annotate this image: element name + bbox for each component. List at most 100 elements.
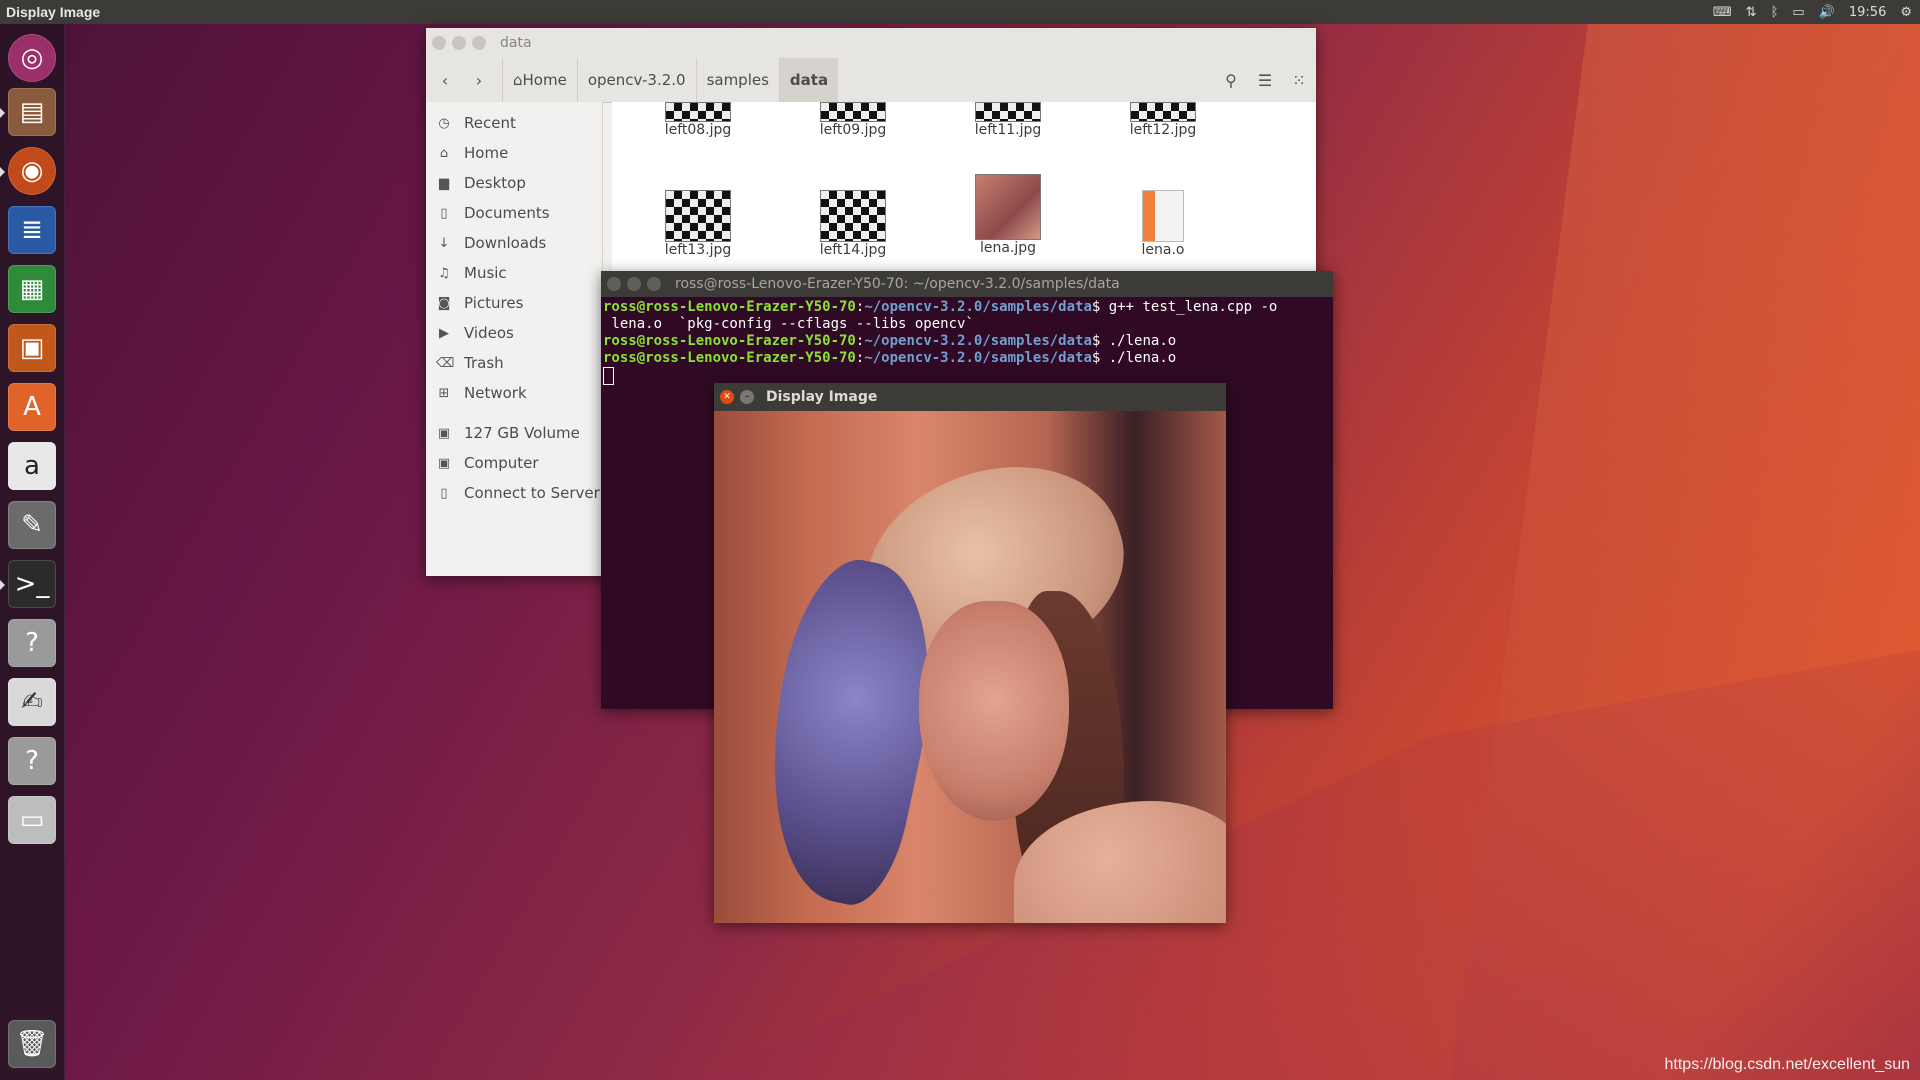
music-icon: ♫ xyxy=(438,265,450,281)
sidebar-item-desktop[interactable]: ▆ Desktop xyxy=(426,168,602,198)
server-icon: ▯ xyxy=(440,485,448,501)
running-indicator xyxy=(0,580,5,590)
sidebar-item-pictures[interactable]: ◙ Pictures xyxy=(426,288,602,318)
calc-icon[interactable]: ▦ xyxy=(8,265,56,313)
maximize-icon[interactable] xyxy=(472,36,486,50)
gear-icon[interactable]: ⚙ xyxy=(1900,5,1912,20)
grid-view-button[interactable]: ⁙ xyxy=(1282,63,1316,97)
file-item[interactable]: left09.jpg xyxy=(783,102,923,138)
terminal-output[interactable]: ross@ross-Lenovo-Erazer-Y50-70:~/opencv-… xyxy=(601,297,1333,387)
image-thumbnail xyxy=(975,102,1041,122)
breadcrumb-samples[interactable]: samples xyxy=(695,58,779,102)
file-item[interactable]: lena.jpg xyxy=(938,174,1078,256)
terminal-titlebar[interactable]: ross@ross-Lenovo-Erazer-Y50-70: ~/opencv… xyxy=(601,271,1333,297)
text-editor-icon[interactable]: ✍ xyxy=(8,678,56,726)
prompt-path: ~/opencv-3.2.0/samples/data xyxy=(864,333,1092,349)
file-manager-titlebar[interactable]: data xyxy=(426,28,1316,58)
window-title: data xyxy=(500,35,532,51)
firefox-icon[interactable]: ◉ xyxy=(8,147,56,195)
document-icon xyxy=(1142,190,1184,242)
image-thumbnail xyxy=(975,174,1041,240)
maximize-icon[interactable] xyxy=(647,277,661,291)
unknown-app-icon[interactable]: ? xyxy=(8,737,56,785)
unknown-app-icon[interactable]: ? xyxy=(8,619,56,667)
breadcrumb-data[interactable]: data xyxy=(778,58,839,102)
sidebar-item-home[interactable]: ⌂ Home xyxy=(426,138,602,168)
network-icon: ⊞ xyxy=(438,385,450,401)
download-icon: ↓ xyxy=(438,235,450,251)
breadcrumb-home[interactable]: ⌂ Home xyxy=(502,58,577,102)
writer-icon[interactable]: ≣ xyxy=(8,206,56,254)
keyboard-icon[interactable]: ⌨ xyxy=(1713,5,1732,20)
close-icon[interactable]: ✕ xyxy=(720,390,734,404)
prompt-path: ~/opencv-3.2.0/samples/data xyxy=(864,299,1092,315)
forward-button[interactable]: › xyxy=(464,65,494,95)
display-image-titlebar[interactable]: ✕ – Display Image xyxy=(714,383,1226,411)
search-button[interactable]: ⚲ xyxy=(1214,63,1248,97)
file-item[interactable]: left08.jpg xyxy=(628,102,768,138)
sidebar-item-volume[interactable]: ▣ 127 GB Volume xyxy=(426,418,602,448)
minimize-icon[interactable] xyxy=(452,36,466,50)
minimize-icon[interactable]: – xyxy=(740,390,754,404)
volume-icon[interactable]: 🔊 xyxy=(1819,5,1835,20)
battery-icon[interactable]: ▭ xyxy=(1792,5,1804,20)
file-manager-toolbar: ‹ › ⌂ Home opencv-3.2.0 samples data ⚲ ☰ … xyxy=(426,58,1316,103)
ubuntu-dash-icon[interactable]: ◎ xyxy=(8,34,56,82)
clock[interactable]: 19:56 xyxy=(1849,5,1886,20)
file-item[interactable]: left13.jpg xyxy=(628,190,768,258)
image-thumbnail xyxy=(820,190,886,242)
minimize-icon[interactable] xyxy=(627,277,641,291)
chevron-left-icon: ‹ xyxy=(441,70,449,90)
list-view-button[interactable]: ☰ xyxy=(1248,63,1282,97)
trash-icon: ⌫ xyxy=(436,355,455,371)
file-item[interactable]: left11.jpg xyxy=(938,102,1078,138)
computer-icon: ▣ xyxy=(437,455,451,471)
file-item[interactable]: left14.jpg xyxy=(783,190,923,258)
trash-icon[interactable]: 🗑 xyxy=(8,1020,56,1068)
grid-icon: ⁙ xyxy=(1292,70,1306,90)
file-item[interactable]: lena.o xyxy=(1093,190,1233,258)
disk-icon[interactable]: ▭ xyxy=(8,796,56,844)
network-icon[interactable]: ⇅ xyxy=(1746,5,1757,20)
terminal-icon[interactable]: >_ xyxy=(8,560,56,608)
search-icon: ⚲ xyxy=(1225,70,1237,90)
camera-icon: ◙ xyxy=(437,295,451,311)
sidebar-item-downloads[interactable]: ↓ Downloads xyxy=(426,228,602,258)
sidebar-item-network[interactable]: ⊞ Network xyxy=(426,378,602,408)
sidebar-item-computer[interactable]: ▣ Computer xyxy=(426,448,602,478)
files-icon[interactable]: ▤ xyxy=(8,88,56,136)
image-thumbnail xyxy=(665,190,731,242)
window-title: Display Image xyxy=(766,389,878,405)
video-icon: ▶ xyxy=(439,325,449,341)
close-icon[interactable] xyxy=(432,36,446,50)
breadcrumb-opencv[interactable]: opencv-3.2.0 xyxy=(576,58,696,102)
sidebar-item-trash[interactable]: ⌫ Trash xyxy=(426,348,602,378)
sidebar-item-music[interactable]: ♫ Music xyxy=(426,258,602,288)
watermark: https://blog.csdn.net/excellent_sun xyxy=(1664,1056,1911,1073)
terminal-cursor xyxy=(603,367,614,385)
file-item[interactable]: left12.jpg xyxy=(1093,102,1233,138)
terminal-line: ross@ross-Lenovo-Erazer-Y50-70:~/opencv-… xyxy=(603,350,1177,366)
command-text: ./lena.o xyxy=(1100,333,1177,349)
sidebar-item-videos[interactable]: ▶ Videos xyxy=(426,318,602,348)
window-title: ross@ross-Lenovo-Erazer-Y50-70: ~/opencv… xyxy=(675,276,1120,292)
bluetooth-icon[interactable]: ᛒ xyxy=(1771,5,1779,20)
sidebar-item-documents[interactable]: ▯ Documents xyxy=(426,198,602,228)
software-center-icon[interactable]: A xyxy=(8,383,56,431)
sidebar-item-recent[interactable]: ◷ Recent xyxy=(426,108,602,138)
display-image-window: ✕ – Display Image xyxy=(714,383,1226,923)
back-button[interactable]: ‹ xyxy=(430,65,460,95)
impress-icon[interactable]: ▣ xyxy=(8,324,56,372)
sidebar-item-connect-server[interactable]: ▯ Connect to Server xyxy=(426,478,602,508)
command-text: ./lena.o xyxy=(1100,350,1177,366)
terminal-line: ross@ross-Lenovo-Erazer-Y50-70:~/opencv-… xyxy=(603,299,1278,315)
amazon-icon[interactable]: a xyxy=(8,442,56,490)
home-icon: ⌂ xyxy=(439,145,449,161)
system-settings-icon[interactable]: ✎ xyxy=(8,501,56,549)
image-region-face xyxy=(919,601,1069,821)
close-icon[interactable] xyxy=(607,277,621,291)
terminal-line: lena.o `pkg-config --cflags --libs openc… xyxy=(603,316,974,332)
running-indicator xyxy=(0,167,5,177)
active-window-title: Display Image xyxy=(6,4,101,20)
launcher: ◎ ▤ ◉ ≣ ▦ ▣ A a ✎ >_ ? ✍ ? ▭ 🗑 xyxy=(0,24,65,1080)
